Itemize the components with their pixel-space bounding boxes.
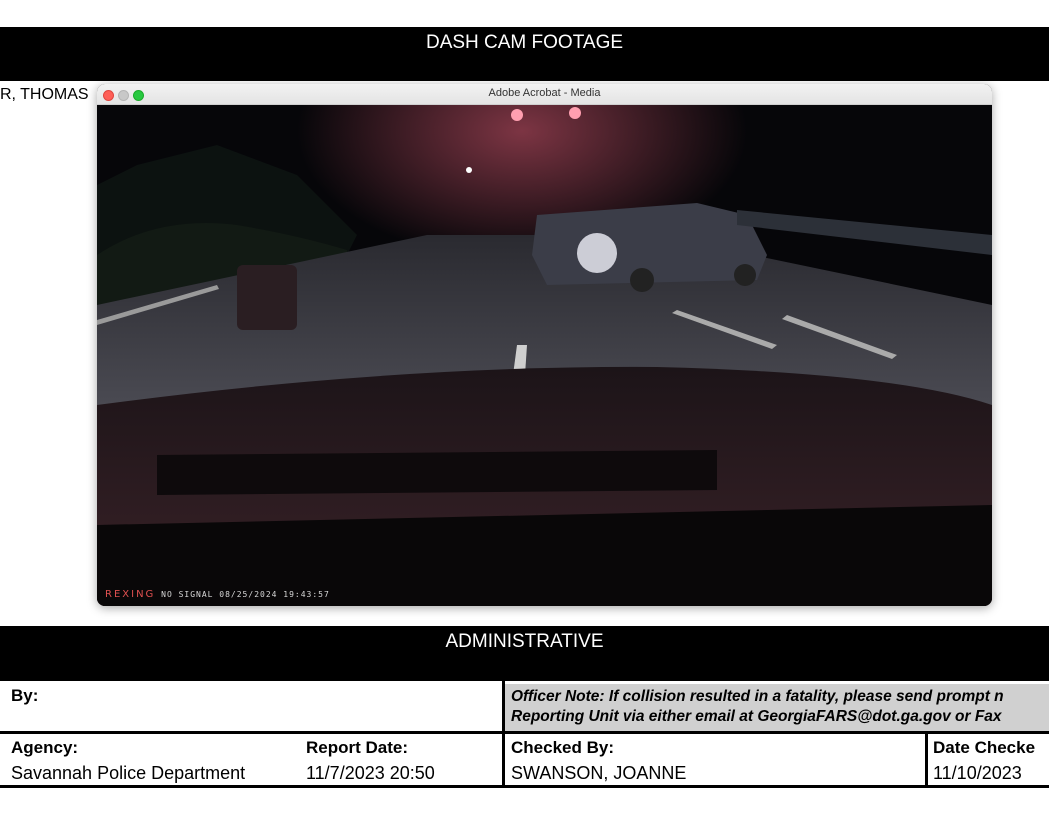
agency-label: Agency: — [11, 738, 79, 757]
window-titlebar[interactable]: Adobe Acrobat - Media — [97, 84, 992, 105]
media-player-window[interactable]: Adobe Acrobat - Media REXING NO SIGNAL 0… — [97, 84, 992, 606]
dash-cam-section-header: DASH CAM FOOTAGE — [0, 27, 1049, 81]
officer-note: Officer Note: If collision resulted in a… — [505, 684, 1049, 731]
person-name-fragment: R, THOMAS — [0, 86, 89, 103]
agency-value: Savannah Police Department — [11, 763, 246, 783]
report-date-label: Report Date: — [306, 738, 409, 757]
table-bottom-border — [0, 785, 1049, 788]
table-divider — [0, 731, 1049, 734]
video-timestamp: NO SIGNAL 08/25/2024 19:43:57 — [161, 590, 330, 599]
camera-brand-logo: REXING — [105, 589, 156, 600]
checked-by-value: SWANSON, JOANNE — [511, 763, 687, 783]
table-column-divider — [925, 734, 928, 788]
by-label: By: — [11, 686, 39, 705]
checked-by-label: Checked By: — [511, 738, 614, 757]
dash-cam-title: DASH CAM FOOTAGE — [425, 32, 624, 53]
report-date-value: 11/7/2023 20:50 — [306, 763, 435, 783]
administrative-title: ADMINISTRATIVE — [445, 631, 604, 652]
administrative-section-header: ADMINISTRATIVE — [0, 626, 1049, 681]
video-timestamp-overlay: REXING NO SIGNAL 08/25/2024 19:43:57 — [105, 589, 330, 600]
video-frame — [97, 105, 992, 606]
officer-note-line-1: Officer Note: If collision resulted in a… — [511, 688, 1004, 705]
dash-cam-video[interactable]: REXING NO SIGNAL 08/25/2024 19:43:57 — [97, 105, 992, 606]
table-column-divider — [502, 681, 505, 788]
date-checked-value: 11/10/2023 — [933, 763, 1022, 783]
officer-note-line-2: Reporting Unit via either email at Georg… — [511, 708, 1002, 725]
date-checked-label: Date Checke — [933, 738, 1036, 757]
window-title: Adobe Acrobat - Media — [488, 87, 601, 99]
